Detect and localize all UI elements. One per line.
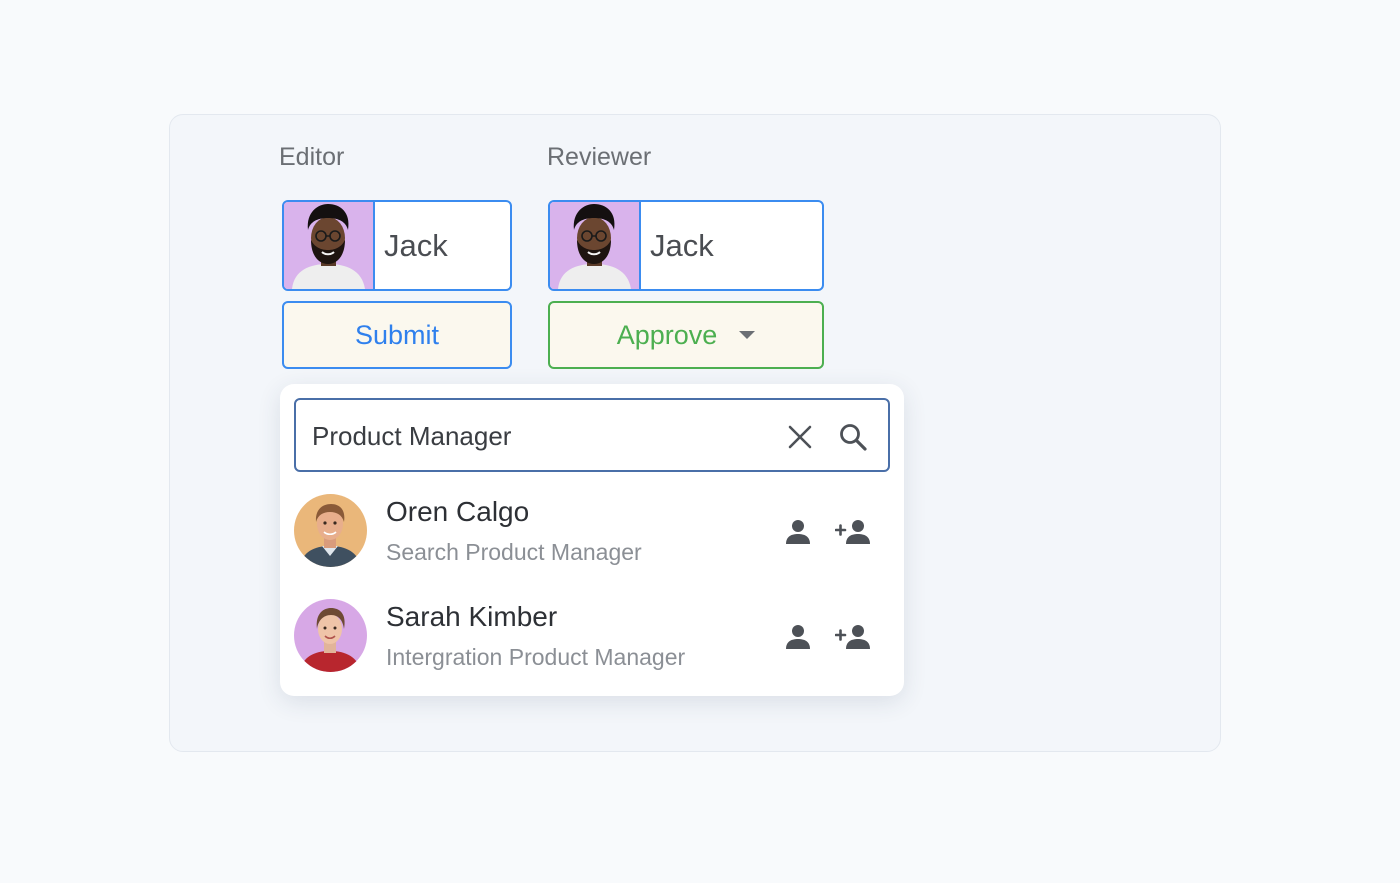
caret-down-icon — [739, 331, 756, 339]
person-photo-icon — [294, 494, 367, 567]
search-icon[interactable] — [838, 422, 868, 452]
result-name: Sarah Kimber — [386, 601, 558, 632]
person-photo-icon — [284, 202, 373, 289]
submit-button-label: Submit — [354, 319, 440, 350]
user-search-dropdown: Oren Calgo Search Product Manager — [280, 384, 904, 696]
editor-user-chip[interactable]: Jack — [282, 200, 512, 291]
result-row-oren-calgo[interactable]: Oren Calgo Search Product Manager — [280, 484, 904, 580]
result-row-sarah-kimber[interactable]: Sarah Kimber Intergration Product Manage… — [280, 589, 904, 685]
close-icon[interactable] — [786, 423, 814, 451]
add-person-icon[interactable] — [835, 517, 873, 547]
search-input[interactable] — [312, 416, 772, 456]
reviewer-avatar — [550, 202, 641, 289]
person-photo-icon — [550, 202, 639, 289]
approve-button-label: Approve — [616, 319, 718, 350]
search-box — [294, 398, 890, 472]
result-name: Oren Calgo — [386, 496, 530, 527]
editor-avatar — [284, 202, 375, 289]
sarah-kimber-avatar — [294, 599, 367, 672]
person-icon[interactable] — [783, 622, 813, 652]
add-person-icon[interactable] — [835, 622, 873, 652]
person-photo-icon — [294, 599, 367, 672]
reviewer-label: Reviewer — [547, 143, 652, 171]
editor-label: Editor — [279, 143, 345, 171]
result-role: Intergration Product Manager — [386, 644, 686, 670]
person-icon[interactable] — [783, 517, 813, 547]
result-role: Search Product Manager — [386, 539, 642, 565]
oren-calgo-avatar — [294, 494, 367, 567]
reviewer-user-chip[interactable]: Jack — [548, 200, 824, 291]
editor-user-name: Jack — [384, 227, 448, 263]
approve-dropdown-button[interactable]: Approve — [548, 301, 824, 369]
submit-button[interactable]: Submit — [282, 301, 512, 369]
reviewer-user-name: Jack — [650, 227, 714, 263]
